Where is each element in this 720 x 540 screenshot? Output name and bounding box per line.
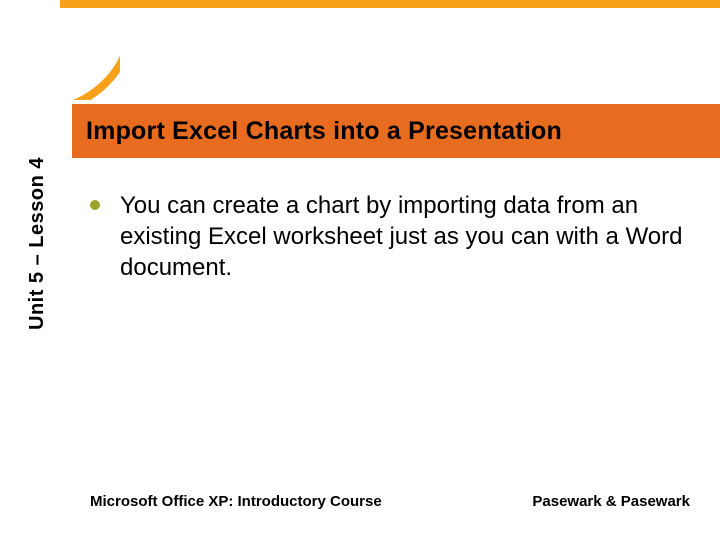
- title-band: Import Excel Charts into a Presentation: [72, 104, 720, 158]
- content-area: You can create a chart by importing data…: [90, 190, 690, 284]
- slide-title: Import Excel Charts into a Presentation: [86, 117, 562, 146]
- top-accent-stripe: [60, 0, 720, 8]
- footer-left: Microsoft Office XP: Introductory Course: [90, 493, 382, 510]
- bullet-text: You can create a chart by importing data…: [120, 190, 690, 284]
- footer: Microsoft Office XP: Introductory Course…: [90, 493, 690, 510]
- bullet-icon: [90, 200, 100, 210]
- bullet-item: You can create a chart by importing data…: [90, 190, 690, 284]
- corner-decoration: [0, 0, 120, 100]
- footer-right: Pasewark & Pasewark: [532, 493, 690, 510]
- unit-lesson-label: Unit 5 – Lesson 4: [26, 157, 49, 330]
